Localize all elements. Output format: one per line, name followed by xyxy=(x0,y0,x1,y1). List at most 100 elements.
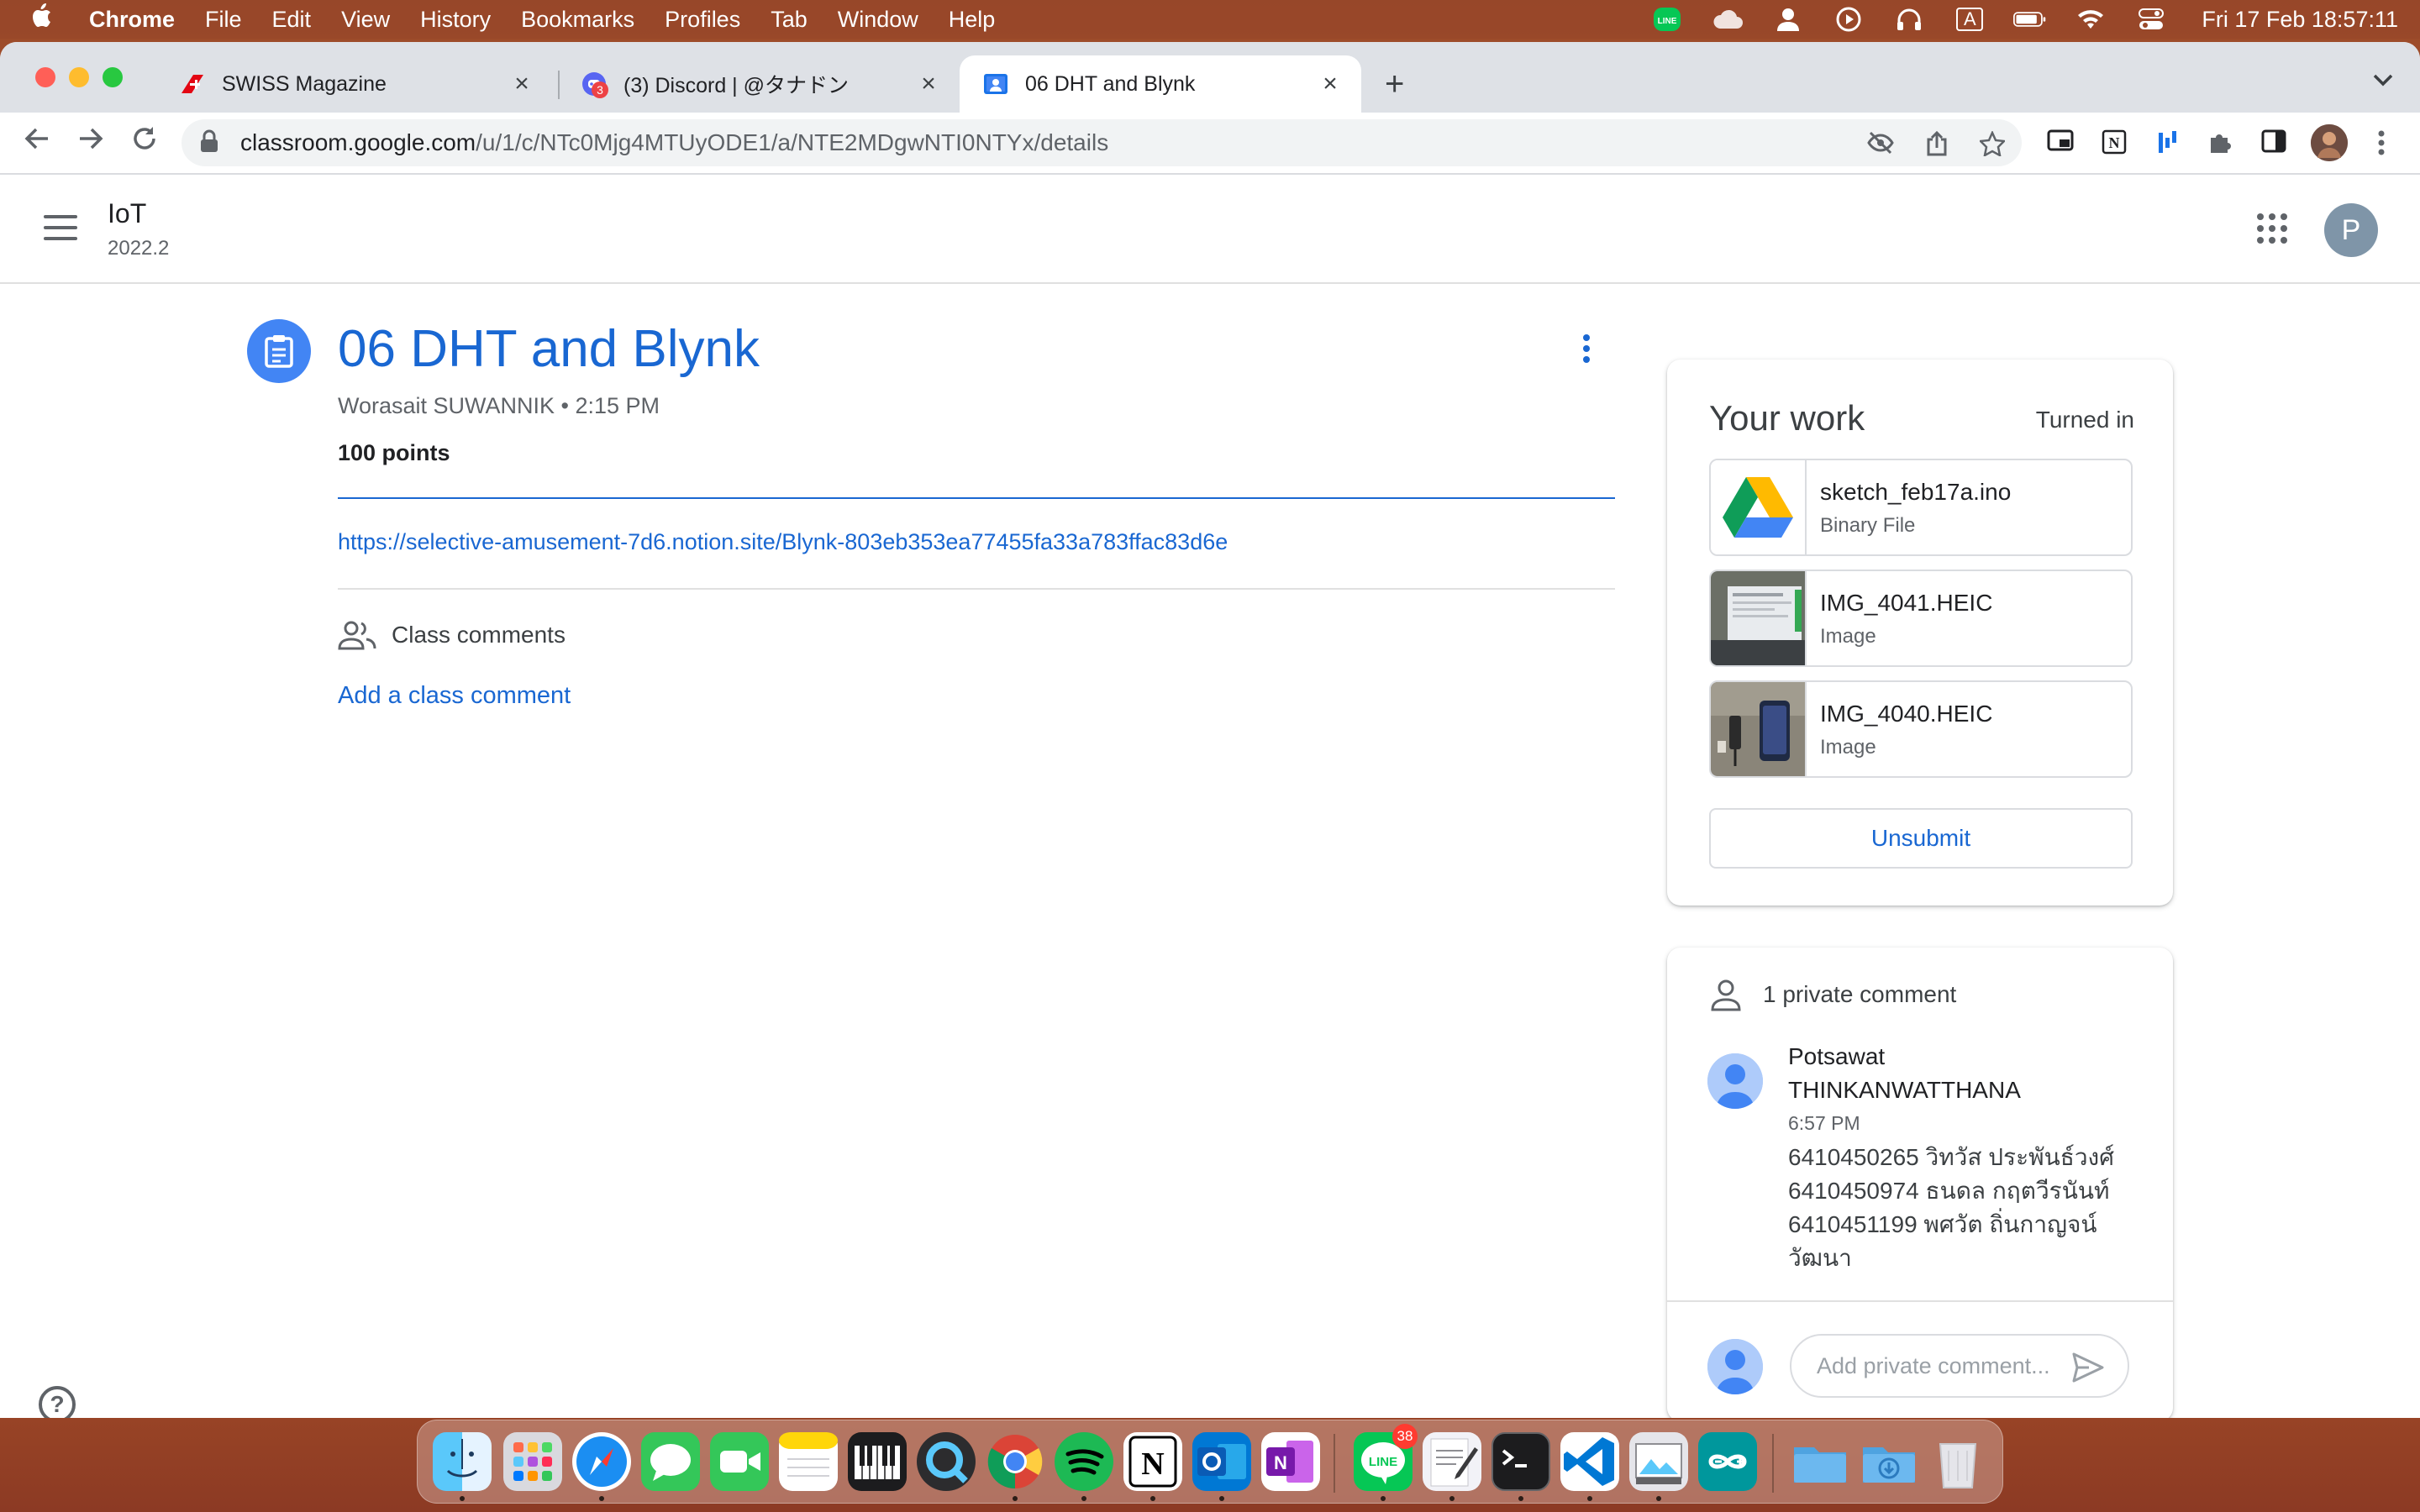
chart-extension-icon[interactable] xyxy=(2154,129,2181,156)
new-tab-button[interactable]: + xyxy=(1385,66,1404,103)
safari-icon[interactable] xyxy=(572,1432,631,1491)
assignment-more-options-icon[interactable] xyxy=(1583,334,1591,368)
menu-view[interactable]: View xyxy=(341,7,390,33)
share-icon[interactable] xyxy=(1924,130,1949,156)
attachment-type: Image xyxy=(1820,736,1876,759)
tab-swiss-magazine[interactable]: SWISS Magazine × xyxy=(156,55,553,113)
tab-close-icon[interactable]: × xyxy=(509,70,534,98)
menu-edit[interactable]: Edit xyxy=(272,7,312,33)
headphones-icon[interactable] xyxy=(1892,7,1926,32)
facetime-icon[interactable] xyxy=(710,1432,769,1491)
svg-text:LINE: LINE xyxy=(1369,1455,1397,1469)
menu-profiles[interactable]: Profiles xyxy=(665,7,740,33)
minimize-window-button[interactable] xyxy=(69,67,89,87)
bookmark-star-icon[interactable] xyxy=(1978,129,2007,158)
play-icon[interactable] xyxy=(1832,7,1865,32)
control-center-icon[interactable] xyxy=(2134,7,2168,32)
private-comments-title[interactable]: 1 private comment xyxy=(1763,981,1956,1008)
cloud-icon[interactable] xyxy=(1711,7,1744,32)
textedit-icon[interactable] xyxy=(1423,1432,1481,1491)
notion-extension-icon[interactable]: N xyxy=(2101,129,2128,156)
account-avatar[interactable]: P xyxy=(2324,203,2378,257)
macos-menu-bar: Chrome File Edit View History Bookmarks … xyxy=(0,0,2420,39)
class-name[interactable]: IoT xyxy=(108,198,146,229)
finder-icon[interactable] xyxy=(433,1432,492,1491)
add-class-comment-link[interactable]: Add a class comment xyxy=(338,682,571,710)
menu-bookmarks[interactable]: Bookmarks xyxy=(521,7,634,33)
tab-search-chevron-icon[interactable] xyxy=(2371,67,2395,94)
menu-file[interactable]: File xyxy=(205,7,242,33)
attachment-card[interactable]: sketch_feb17a.ino Binary File xyxy=(1709,459,2133,556)
tab-close-icon[interactable]: × xyxy=(1318,70,1343,98)
quicktime-icon[interactable] xyxy=(917,1432,976,1491)
reload-icon[interactable] xyxy=(126,124,163,161)
onenote-icon[interactable]: N xyxy=(1261,1432,1320,1491)
address-bar[interactable]: classroom.google.com/u/1/c/NTc0Mjg4MTUyO… xyxy=(182,119,2022,166)
lock-icon[interactable] xyxy=(200,129,224,157)
menu-window[interactable]: Window xyxy=(838,7,918,33)
menubar-clock[interactable]: Fri 17 Feb 18:57:11 xyxy=(2202,7,2398,33)
content-divider xyxy=(338,588,1615,590)
back-icon[interactable] xyxy=(18,124,55,161)
tab-discord[interactable]: 3 (3) Discord | @タナドン × xyxy=(558,55,960,113)
tab-close-icon[interactable]: × xyxy=(916,70,941,98)
profile-avatar[interactable] xyxy=(2311,124,2348,161)
downloads-icon[interactable] xyxy=(1860,1432,1918,1491)
terminal-icon[interactable] xyxy=(1491,1432,1550,1491)
vscode-icon[interactable] xyxy=(1560,1432,1619,1491)
attachment-name: sketch_feb17a.ino xyxy=(1820,479,2012,505)
menu-tab[interactable]: Tab xyxy=(771,7,808,33)
notes-icon[interactable] xyxy=(779,1432,838,1491)
line-badge: 38 xyxy=(1392,1424,1418,1449)
assignment-link[interactable]: https://selective-amusement-7d6.notion.s… xyxy=(338,529,1228,555)
picture-in-picture-icon[interactable] xyxy=(2047,129,2074,156)
swiss-favicon-icon xyxy=(180,71,205,97)
piano-icon[interactable] xyxy=(848,1432,907,1491)
running-indicator xyxy=(1381,1496,1386,1501)
google-apps-icon[interactable] xyxy=(2257,213,2287,244)
outlook-icon[interactable] xyxy=(1192,1432,1251,1491)
chrome-icon[interactable] xyxy=(986,1432,1044,1491)
attachment-card[interactable]: IMG_4040.HEIC Image xyxy=(1709,680,2133,778)
unsubmit-button[interactable]: Unsubmit xyxy=(1709,808,2133,869)
menu-app-name[interactable]: Chrome xyxy=(89,7,175,33)
messages-icon[interactable] xyxy=(641,1432,700,1491)
apple-menu-icon[interactable] xyxy=(30,3,69,35)
side-panel-icon[interactable] xyxy=(2260,129,2287,156)
url-text[interactable]: classroom.google.com/u/1/c/NTc0Mjg4MTUyO… xyxy=(240,129,1108,156)
extensions-puzzle-icon[interactable] xyxy=(2207,129,2233,156)
private-comment-field[interactable] xyxy=(1790,1334,2129,1398)
zoom-window-button[interactable] xyxy=(103,67,123,87)
menu-help[interactable]: Help xyxy=(949,7,996,33)
wifi-icon[interactable] xyxy=(2074,7,2107,32)
attachment-type: Image xyxy=(1820,625,1876,648)
tab-classroom-active[interactable]: 06 DHT and Blynk × xyxy=(960,55,1361,113)
notion-icon[interactable]: N xyxy=(1123,1432,1182,1491)
trash-icon[interactable] xyxy=(1928,1432,1987,1491)
send-icon[interactable] xyxy=(2072,1352,2104,1383)
google-drive-icon xyxy=(1711,460,1807,554)
arduino-icon[interactable] xyxy=(1698,1432,1757,1491)
attachment-card[interactable]: IMG_4041.HEIC Image xyxy=(1709,570,2133,667)
user-icon[interactable] xyxy=(1771,7,1805,32)
preview-icon[interactable] xyxy=(1629,1432,1688,1491)
folder-icon[interactable] xyxy=(1791,1432,1849,1491)
eye-off-icon[interactable] xyxy=(1867,131,1894,156)
battery-icon[interactable] xyxy=(2013,7,2047,32)
main-menu-icon[interactable] xyxy=(44,215,77,240)
private-comment-input[interactable] xyxy=(1817,1352,2060,1379)
classroom-app-bar: IoT 2022.2 P xyxy=(0,175,2420,284)
comment-author-last: THINKANWATTHANA xyxy=(1788,1077,2021,1103)
line-status-icon[interactable]: LINE xyxy=(1650,7,1684,32)
forward-icon[interactable] xyxy=(72,124,109,161)
chrome-menu-icon[interactable] xyxy=(2368,129,2395,156)
input-source-icon[interactable]: A xyxy=(1953,7,1986,32)
help-icon[interactable]: ? xyxy=(39,1386,76,1418)
attachment-name: IMG_4040.HEIC xyxy=(1820,701,1993,727)
spotify-icon[interactable] xyxy=(1055,1432,1113,1491)
menu-history[interactable]: History xyxy=(420,7,491,33)
comment-divider xyxy=(1667,1300,2173,1302)
submission-status: Turned in xyxy=(2035,407,2134,433)
launchpad-icon[interactable] xyxy=(503,1432,562,1491)
close-window-button[interactable] xyxy=(35,67,55,87)
